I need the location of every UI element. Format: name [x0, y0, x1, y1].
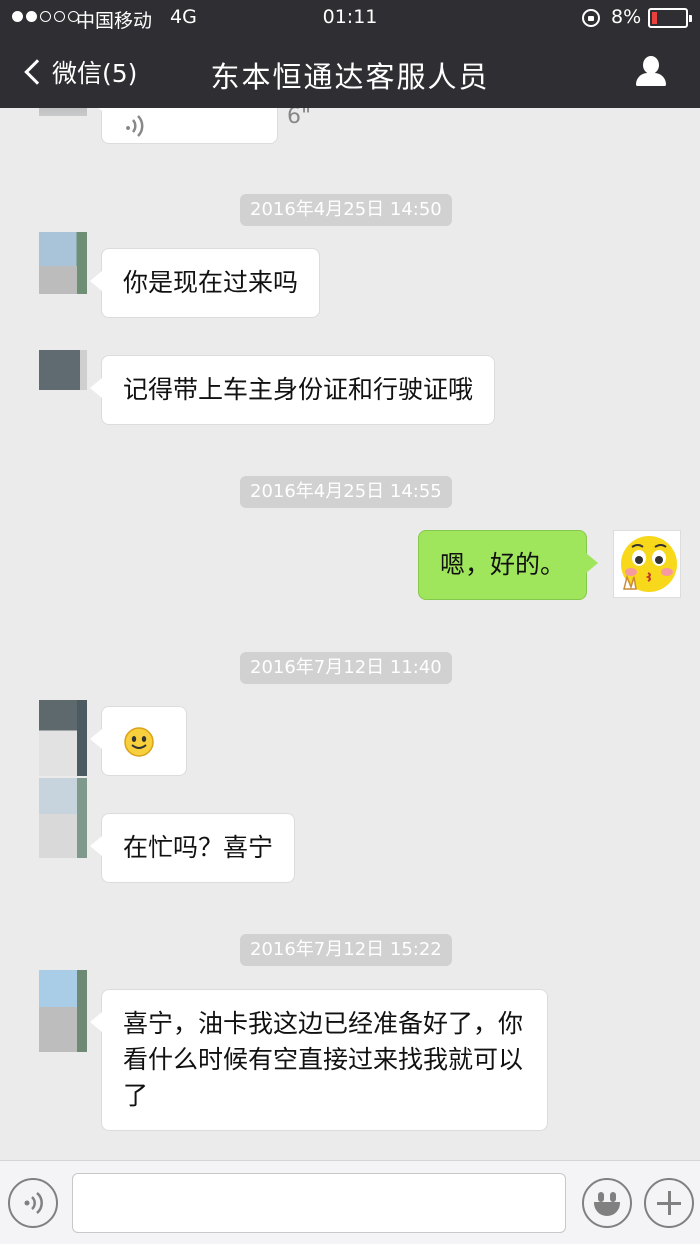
- input-bar: [0, 1160, 700, 1244]
- contact-avatar[interactable]: [39, 700, 87, 776]
- voice-duration: 6": [287, 108, 312, 129]
- contact-avatar[interactable]: [39, 350, 87, 390]
- more-button[interactable]: [644, 1178, 694, 1228]
- received-emoji-message[interactable]: [90, 706, 187, 776]
- battery-percent: 8%: [611, 6, 642, 28]
- timestamp: 2016年4月25日 14:55: [240, 476, 452, 508]
- sent-message[interactable]: 嗯，好的。: [418, 530, 599, 600]
- timestamp: 2016年7月12日 11:40: [240, 652, 452, 684]
- top-bar: 中国移动 4G 01:11 8% 微信(5) 东本恒通达客服人员: [0, 0, 700, 108]
- contact-avatar[interactable]: [39, 778, 87, 858]
- received-message[interactable]: 记得带上车主身份证和行驶证哦: [89, 355, 496, 425]
- chat-title: 东本恒通达客服人员: [210, 60, 490, 94]
- emoji-button[interactable]: [582, 1178, 632, 1228]
- battery-icon: [648, 8, 692, 28]
- nav-bar: 微信(5) 东本恒通达客服人员: [0, 40, 700, 104]
- rotation-lock-icon: [582, 9, 600, 27]
- smile-emoji-icon: [124, 727, 154, 757]
- received-message[interactable]: 在忙吗？喜宁: [89, 813, 296, 883]
- voice-icon: [24, 1192, 43, 1214]
- voice-message-bubble[interactable]: [90, 108, 278, 144]
- status-bar: 中国移动 4G 01:11 8%: [0, 0, 700, 36]
- received-message[interactable]: 喜宁，油卡我这边已经准备好了，你看什么时候有空直接过来找我就可以了: [90, 989, 548, 1131]
- voice-input-button[interactable]: [8, 1178, 58, 1228]
- chat-area[interactable]: 6" 2016年4月25日 14:50 你是现在过来吗 记得带上车主身份证和行驶…: [0, 108, 700, 1160]
- voice-wave-icon: [126, 115, 144, 137]
- blushing-face-icon: [621, 536, 677, 592]
- contact-avatar[interactable]: [39, 970, 87, 1052]
- profile-icon[interactable]: [634, 54, 668, 88]
- received-message[interactable]: 你是现在过来吗: [89, 248, 321, 318]
- timestamp: 2016年7月12日 15:22: [240, 934, 452, 966]
- message-input[interactable]: [72, 1173, 566, 1233]
- contact-avatar[interactable]: [39, 232, 87, 294]
- timestamp: 2016年4月25日 14:50: [240, 194, 452, 226]
- my-avatar[interactable]: [613, 530, 681, 598]
- contact-avatar[interactable]: [39, 108, 87, 116]
